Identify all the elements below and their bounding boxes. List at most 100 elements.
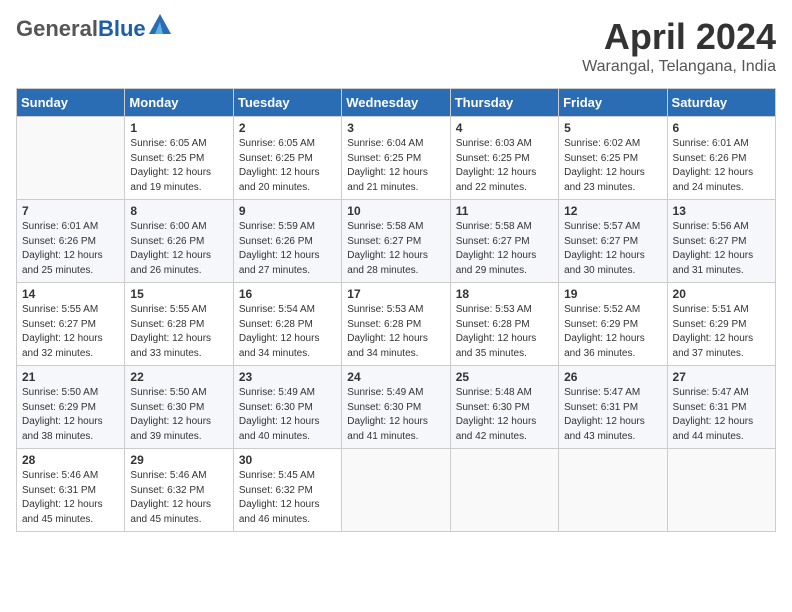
logo-blue-text: Blue <box>98 16 146 42</box>
day-cell: 6 Sunrise: 6:01 AM Sunset: 6:26 PM Daylig… <box>667 117 775 200</box>
week-row-4: 21 Sunrise: 5:50 AM Sunset: 6:29 PM Dayli… <box>17 366 776 449</box>
day-cell: 11 Sunrise: 5:58 AM Sunset: 6:27 PM Dayli… <box>450 200 558 283</box>
day-cell: 22Sunrise: 5:50 AM Sunset: 6:30 PM Dayli… <box>125 366 233 449</box>
day-cell: 5 Sunrise: 6:02 AM Sunset: 6:25 PM Daylig… <box>559 117 667 200</box>
day-number: 13 <box>673 204 770 218</box>
day-cell: 28 Sunrise: 5:46 AM Sunset: 6:31 PM Dayli… <box>17 449 125 532</box>
day-number: 5 <box>564 121 661 135</box>
col-header-thursday: Thursday <box>450 89 558 117</box>
day-info: Sunrise: 6:01 AM Sunset: 6:26 PM Dayligh… <box>673 137 770 195</box>
day-cell: 10 Sunrise: 5:58 AM Sunset: 6:27 PM Dayli… <box>342 200 450 283</box>
day-cell: 2Sunrise: 6:05 AM Sunset: 6:25 PM Daylig… <box>233 117 341 200</box>
logo-general-text: General <box>16 16 98 42</box>
day-info: Sunrise: 5:47 AM Sunset: 6:31 PM Dayligh… <box>564 386 661 444</box>
week-row-2: 7 Sunrise: 6:01 AM Sunset: 6:26 PM Daylig… <box>17 200 776 283</box>
day-number: 6 <box>673 121 770 135</box>
month-title: April 2024 <box>582 16 776 58</box>
calendar-header-row: SundayMondayTuesdayWednesdayThursdayFrid… <box>17 89 776 117</box>
day-info: Sunrise: 5:58 AM Sunset: 6:27 PM Dayligh… <box>347 220 444 278</box>
week-row-5: 28 Sunrise: 5:46 AM Sunset: 6:31 PM Dayli… <box>17 449 776 532</box>
col-header-sunday: Sunday <box>17 89 125 117</box>
day-cell: 27 Sunrise: 5:47 AM Sunset: 6:31 PM Dayli… <box>667 366 775 449</box>
day-cell <box>17 117 125 200</box>
day-number: 25 <box>456 370 553 384</box>
day-cell: 30 Sunrise: 5:45 AM Sunset: 6:32 PM Dayli… <box>233 449 341 532</box>
col-header-saturday: Saturday <box>667 89 775 117</box>
day-number: 24 <box>347 370 444 384</box>
day-info: Sunrise: 6:02 AM Sunset: 6:25 PM Dayligh… <box>564 137 661 195</box>
day-cell: 3 Sunrise: 6:04 AM Sunset: 6:25 PM Daylig… <box>342 117 450 200</box>
day-cell <box>559 449 667 532</box>
day-info: Sunrise: 5:46 AM Sunset: 6:31 PM Dayligh… <box>22 469 119 527</box>
location-subtitle: Warangal, Telangana, India <box>582 58 776 76</box>
title-block: April 2024 Warangal, Telangana, India <box>582 16 776 76</box>
day-cell <box>450 449 558 532</box>
day-number: 20 <box>673 287 770 301</box>
day-cell: 19 Sunrise: 5:52 AM Sunset: 6:29 PM Dayli… <box>559 283 667 366</box>
day-number: 7 <box>22 204 119 218</box>
day-info: Sunrise: 5:47 AM Sunset: 6:31 PM Dayligh… <box>673 386 770 444</box>
day-cell: 21 Sunrise: 5:50 AM Sunset: 6:29 PM Dayli… <box>17 366 125 449</box>
day-info: Sunrise: 5:56 AM Sunset: 6:27 PM Dayligh… <box>673 220 770 278</box>
day-info: Sunrise: 6:03 AM Sunset: 6:25 PM Dayligh… <box>456 137 553 195</box>
day-number: 8 <box>130 204 227 218</box>
day-cell: 24 Sunrise: 5:49 AM Sunset: 6:30 PM Dayli… <box>342 366 450 449</box>
day-number: 15 <box>130 287 227 301</box>
day-cell: 29Sunrise: 5:46 AM Sunset: 6:32 PM Dayli… <box>125 449 233 532</box>
day-number: 30 <box>239 453 336 467</box>
day-cell: 18 Sunrise: 5:53 AM Sunset: 6:28 PM Dayli… <box>450 283 558 366</box>
day-number: 4 <box>456 121 553 135</box>
day-info: Sunrise: 5:49 AM Sunset: 6:30 PM Dayligh… <box>239 386 336 444</box>
day-number: 26 <box>564 370 661 384</box>
day-cell: 16Sunrise: 5:54 AM Sunset: 6:28 PM Dayli… <box>233 283 341 366</box>
day-info: Sunrise: 6:05 AM Sunset: 6:25 PM Dayligh… <box>239 137 336 195</box>
day-number: 3 <box>347 121 444 135</box>
day-info: Sunrise: 6:05 AM Sunset: 6:25 PM Dayligh… <box>130 137 227 195</box>
day-info: Sunrise: 5:51 AM Sunset: 6:29 PM Dayligh… <box>673 303 770 361</box>
day-number: 19 <box>564 287 661 301</box>
day-number: 21 <box>22 370 119 384</box>
day-number: 27 <box>673 370 770 384</box>
day-info: Sunrise: 6:04 AM Sunset: 6:25 PM Dayligh… <box>347 137 444 195</box>
day-info: Sunrise: 5:53 AM Sunset: 6:28 PM Dayligh… <box>456 303 553 361</box>
day-number: 14 <box>22 287 119 301</box>
day-number: 9 <box>239 204 336 218</box>
day-number: 22 <box>130 370 227 384</box>
page-header: General Blue April 2024 Warangal, Telang… <box>16 16 776 76</box>
day-cell: 7 Sunrise: 6:01 AM Sunset: 6:26 PM Daylig… <box>17 200 125 283</box>
day-number: 23 <box>239 370 336 384</box>
day-cell: 20 Sunrise: 5:51 AM Sunset: 6:29 PM Dayli… <box>667 283 775 366</box>
logo-icon <box>149 14 171 34</box>
day-info: Sunrise: 5:45 AM Sunset: 6:32 PM Dayligh… <box>239 469 336 527</box>
day-cell: 12Sunrise: 5:57 AM Sunset: 6:27 PM Dayli… <box>559 200 667 283</box>
day-number: 16 <box>239 287 336 301</box>
day-info: Sunrise: 6:00 AM Sunset: 6:26 PM Dayligh… <box>130 220 227 278</box>
week-row-3: 14 Sunrise: 5:55 AM Sunset: 6:27 PM Dayli… <box>17 283 776 366</box>
day-info: Sunrise: 5:49 AM Sunset: 6:30 PM Dayligh… <box>347 386 444 444</box>
calendar-table: SundayMondayTuesdayWednesdayThursdayFrid… <box>16 88 776 532</box>
day-info: Sunrise: 5:58 AM Sunset: 6:27 PM Dayligh… <box>456 220 553 278</box>
day-cell: 25Sunrise: 5:48 AM Sunset: 6:30 PM Dayli… <box>450 366 558 449</box>
day-info: Sunrise: 5:50 AM Sunset: 6:29 PM Dayligh… <box>22 386 119 444</box>
day-info: Sunrise: 6:01 AM Sunset: 6:26 PM Dayligh… <box>22 220 119 278</box>
day-cell <box>342 449 450 532</box>
logo: General Blue <box>16 16 171 42</box>
day-cell: 8 Sunrise: 6:00 AM Sunset: 6:26 PM Daylig… <box>125 200 233 283</box>
day-number: 1 <box>130 121 227 135</box>
day-number: 11 <box>456 204 553 218</box>
day-cell: 14 Sunrise: 5:55 AM Sunset: 6:27 PM Dayli… <box>17 283 125 366</box>
col-header-wednesday: Wednesday <box>342 89 450 117</box>
day-cell: 13 Sunrise: 5:56 AM Sunset: 6:27 PM Dayli… <box>667 200 775 283</box>
day-info: Sunrise: 5:55 AM Sunset: 6:27 PM Dayligh… <box>22 303 119 361</box>
day-info: Sunrise: 5:59 AM Sunset: 6:26 PM Dayligh… <box>239 220 336 278</box>
day-info: Sunrise: 5:52 AM Sunset: 6:29 PM Dayligh… <box>564 303 661 361</box>
day-number: 10 <box>347 204 444 218</box>
day-number: 12 <box>564 204 661 218</box>
day-number: 28 <box>22 453 119 467</box>
day-cell: 23 Sunrise: 5:49 AM Sunset: 6:30 PM Dayli… <box>233 366 341 449</box>
day-info: Sunrise: 5:53 AM Sunset: 6:28 PM Dayligh… <box>347 303 444 361</box>
day-cell: 26 Sunrise: 5:47 AM Sunset: 6:31 PM Dayli… <box>559 366 667 449</box>
day-info: Sunrise: 5:46 AM Sunset: 6:32 PM Dayligh… <box>130 469 227 527</box>
day-number: 18 <box>456 287 553 301</box>
day-cell: 1 Sunrise: 6:05 AM Sunset: 6:25 PM Daylig… <box>125 117 233 200</box>
